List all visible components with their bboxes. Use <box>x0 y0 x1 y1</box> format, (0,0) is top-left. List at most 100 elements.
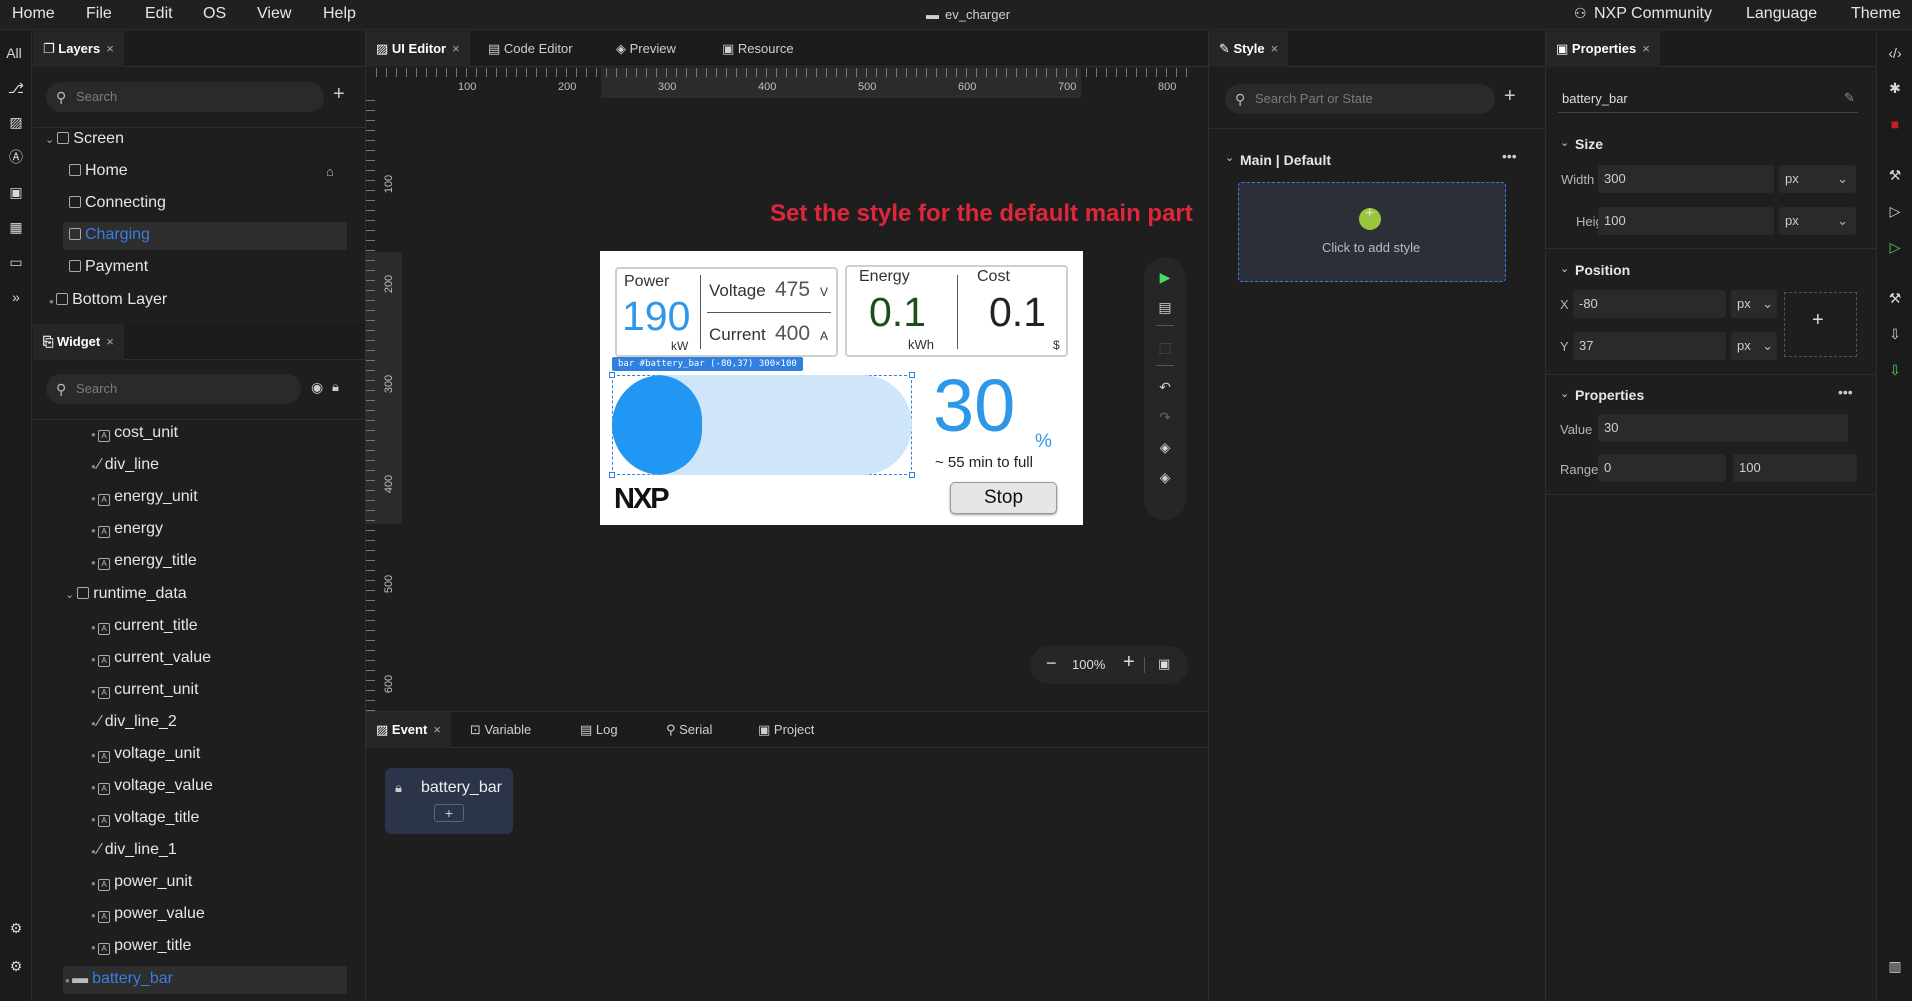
width-unit-select[interactable]: px ⌄ <box>1779 165 1856 193</box>
tree-home[interactable]: Home <box>69 162 128 180</box>
tab-layers[interactable]: ❐ Layers × <box>33 31 124 67</box>
tab-serial[interactable]: ⚲ Serial <box>656 712 722 748</box>
height-input[interactable]: 100 <box>1598 207 1774 235</box>
play-icon[interactable]: ▶ <box>1155 267 1175 287</box>
width-input[interactable]: 300 <box>1598 165 1774 193</box>
build-icon[interactable]: ⚒ <box>1884 287 1906 309</box>
energy-card[interactable]: Energy 0.1 kWh Cost 0.1 $ <box>845 265 1068 357</box>
align-grid[interactable]: + <box>1784 292 1857 357</box>
run-green-icon[interactable]: ▷ <box>1884 236 1906 258</box>
value-input[interactable]: 30 <box>1598 414 1848 442</box>
close-icon[interactable]: × <box>452 41 460 56</box>
rail-all[interactable]: All <box>3 42 25 64</box>
image-icon[interactable]: ▨ <box>5 111 27 133</box>
battery-bar[interactable] <box>612 375 912 475</box>
chevron-down-icon[interactable]: ⌄ <box>1560 387 1569 400</box>
layers-search-input[interactable]: ⚲ Search <box>46 82 324 112</box>
widget-item[interactable]: ● Avoltage_title <box>91 809 199 827</box>
plugin-icon[interactable]: ⚙ <box>5 917 27 939</box>
close-icon[interactable]: × <box>433 722 441 737</box>
add-state-icon[interactable]: + <box>1504 85 1516 108</box>
widget-icon[interactable]: ▣ <box>5 181 27 203</box>
run-icon[interactable]: ▷ <box>1884 200 1906 222</box>
widget-item[interactable]: ● Apower_title <box>91 937 191 955</box>
tab-properties[interactable]: ▣ Properties × <box>1546 31 1660 67</box>
menu-edit[interactable]: Edit <box>145 5 173 23</box>
tree-screen[interactable]: ⌄ Screen <box>45 130 124 148</box>
event-card[interactable]: 🔒︎ battery_bar + <box>385 768 513 834</box>
widget-item[interactable]: ● Acost_unit <box>91 424 178 442</box>
y-input[interactable]: 37 <box>1573 332 1726 360</box>
resize-handle[interactable] <box>909 472 915 478</box>
range-min-input[interactable]: 0 <box>1598 454 1726 482</box>
close-icon[interactable]: × <box>106 334 114 349</box>
layout-icon[interactable]: ▥ <box>1884 955 1906 977</box>
add-style-box[interactable]: + Click to add style <box>1238 182 1506 282</box>
chevron-down-icon[interactable]: ⌄ <box>1225 151 1234 164</box>
menu-os[interactable]: OS <box>203 5 226 23</box>
widget-item[interactable]: ● Avoltage_value <box>91 777 213 795</box>
close-icon[interactable]: × <box>1642 41 1650 56</box>
widget-item[interactable]: ● Aenergy_unit <box>91 488 198 506</box>
stop-icon[interactable]: ■ <box>1884 113 1906 135</box>
widget-item[interactable]: ● Acurrent_unit <box>91 681 199 699</box>
screen-icon[interactable]: ▭ <box>5 251 27 273</box>
stop-button[interactable]: Stop <box>950 482 1057 514</box>
resize-handle[interactable] <box>909 372 915 378</box>
device-screen[interactable]: Power 190 kW Voltage 475 V Current 400 A… <box>600 251 1083 525</box>
tab-ui-editor[interactable]: ▨ UI Editor × <box>366 31 470 67</box>
widget-name-field[interactable]: battery_bar <box>1562 91 1628 106</box>
more-icon[interactable]: ••• <box>1502 148 1517 164</box>
download-icon[interactable]: ⇩ <box>1884 323 1906 345</box>
undo-icon[interactable]: ↶ <box>1155 377 1175 397</box>
add-event-button[interactable]: + <box>434 804 464 822</box>
font-icon[interactable]: Ⓐ <box>5 146 27 168</box>
menu-theme[interactable]: Theme <box>1851 5 1901 23</box>
tab-event[interactable]: ▨ Event × <box>366 712 451 748</box>
tab-code-editor[interactable]: ▤ Code Editor <box>478 31 583 67</box>
expand-icon[interactable]: » <box>5 286 27 308</box>
range-max-input[interactable]: 100 <box>1733 454 1857 482</box>
menu-file[interactable]: File <box>86 5 112 23</box>
y-unit-select[interactable]: px ⌄ <box>1731 332 1777 360</box>
widget-item[interactable]: ● ⁄ div_line_2 <box>91 713 177 731</box>
code-icon[interactable]: ‹/› <box>1884 42 1906 64</box>
widget-item[interactable]: ● Acurrent_value <box>91 649 211 667</box>
chevron-down-icon[interactable]: ⌄ <box>1560 262 1569 275</box>
menu-help[interactable]: Help <box>323 5 356 23</box>
zoom-out-button[interactable]: − <box>1046 653 1057 674</box>
fit-icon[interactable]: ▤ <box>1155 297 1175 317</box>
tab-style[interactable]: ✎ Style × <box>1209 31 1289 67</box>
tree-icon[interactable]: ⎇ <box>5 77 27 99</box>
x-unit-select[interactable]: px ⌄ <box>1731 290 1777 318</box>
widget-item[interactable]: ● ⁄ div_line_1 <box>91 841 177 859</box>
tree-bottom-layer[interactable]: ● Bottom Layer <box>49 291 167 309</box>
widget-group[interactable]: ⌄ runtime_data <box>65 585 187 603</box>
tree-charging[interactable]: Charging <box>69 226 150 244</box>
chevron-down-icon[interactable]: ⌄ <box>1560 136 1569 149</box>
tab-project[interactable]: ▣ Project <box>748 712 824 748</box>
widget-item[interactable]: ● Apower_value <box>91 905 205 923</box>
bug-icon[interactable]: ✱ <box>1884 77 1906 99</box>
power-card[interactable]: Power 190 kW Voltage 475 V Current 400 A <box>615 267 838 357</box>
widget-item[interactable]: ● Aenergy <box>91 520 163 538</box>
close-icon[interactable]: × <box>106 41 114 56</box>
menu-community[interactable]: NXP Community <box>1594 5 1712 23</box>
tab-variable[interactable]: ⊡ Variable <box>460 712 541 748</box>
settings-icon[interactable]: ⚙ <box>5 955 27 977</box>
widget-item[interactable]: ● Apower_unit <box>91 873 192 891</box>
x-input[interactable]: -80 <box>1573 290 1726 318</box>
widget-item[interactable]: ● ⁄ div_line <box>91 456 159 474</box>
tools-icon[interactable]: ⚒ <box>1884 164 1906 186</box>
height-unit-select[interactable]: px ⌄ <box>1779 207 1856 235</box>
flash-icon[interactable]: ⇩ <box>1884 359 1906 381</box>
resize-handle[interactable] <box>609 472 615 478</box>
tab-widget[interactable]: ⎘ Widget × <box>33 324 124 360</box>
redo-icon[interactable]: ↷ <box>1155 407 1175 427</box>
edit-icon[interactable]: ✎ <box>1844 90 1855 106</box>
close-icon[interactable]: × <box>1271 41 1279 56</box>
menu-view[interactable]: View <box>257 5 291 23</box>
widget-item-selected[interactable]: ● ▬ battery_bar <box>65 970 173 988</box>
widget-item[interactable]: ● Avoltage_unit <box>91 745 200 763</box>
fit-screen-icon[interactable]: ▣ <box>1158 656 1170 672</box>
